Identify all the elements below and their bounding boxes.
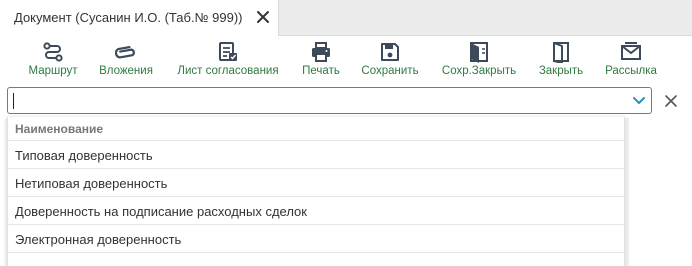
toolbar: Маршрут Вложения Лист согласования Печат…	[0, 36, 692, 82]
text-caret	[13, 93, 14, 109]
approval-sheet-button[interactable]: Лист согласования	[171, 36, 285, 82]
document-type-input[interactable]	[12, 91, 612, 110]
close-icon[interactable]	[256, 10, 270, 24]
print-label: Печать	[302, 65, 340, 77]
save-close-icon	[470, 42, 488, 63]
save-icon	[381, 43, 399, 61]
mail-icon	[621, 42, 641, 60]
tab-title: Документ (Сусанин И.О. (Таб.№ 999))	[14, 10, 243, 25]
save-close-label: Сохр.Закрыть	[441, 65, 517, 77]
close-label: Закрыть	[538, 65, 584, 77]
document-type-dropdown: Наименование Типовая доверенность Нетипо…	[7, 117, 625, 266]
approval-sheet-icon	[219, 42, 237, 61]
chevron-down-icon[interactable]	[632, 95, 646, 107]
mailing-button[interactable]: Рассылка	[600, 36, 662, 82]
approval-sheet-label: Лист согласования	[177, 65, 279, 77]
save-close-button[interactable]: Сохр.Закрыть	[436, 36, 522, 82]
close-door-icon	[553, 42, 569, 63]
mailing-label: Рассылка	[605, 65, 657, 77]
print-button[interactable]: Печать	[295, 36, 347, 82]
clear-icon[interactable]	[664, 94, 678, 108]
save-button[interactable]: Сохранить	[355, 36, 425, 82]
close-button[interactable]: Закрыть	[532, 36, 590, 82]
route-button[interactable]: Маршрут	[18, 36, 88, 82]
attachments-label: Вложения	[99, 65, 153, 77]
route-icon	[43, 42, 63, 62]
printer-icon	[312, 42, 330, 62]
list-item[interactable]: Электронная доверенность	[8, 225, 624, 253]
document-type-combobox[interactable]	[7, 87, 652, 114]
column-header-name: Наименование	[8, 117, 624, 141]
save-label: Сохранить	[361, 65, 419, 77]
tab-document[interactable]: Документ (Сусанин И.О. (Таб.№ 999))	[0, 0, 279, 36]
paperclip-icon	[115, 45, 135, 59]
attachments-button[interactable]: Вложения	[94, 36, 158, 82]
list-item[interactable]: Доверенность на подписание расходных сде…	[8, 197, 624, 225]
tab-bar: Документ (Сусанин И.О. (Таб.№ 999))	[0, 0, 692, 36]
route-label: Маршрут	[28, 65, 78, 77]
list-item[interactable]: Типовая доверенность	[8, 141, 624, 169]
dropdown-scrollbar[interactable]	[626, 118, 629, 266]
list-item[interactable]: Нетиповая доверенность	[8, 169, 624, 197]
